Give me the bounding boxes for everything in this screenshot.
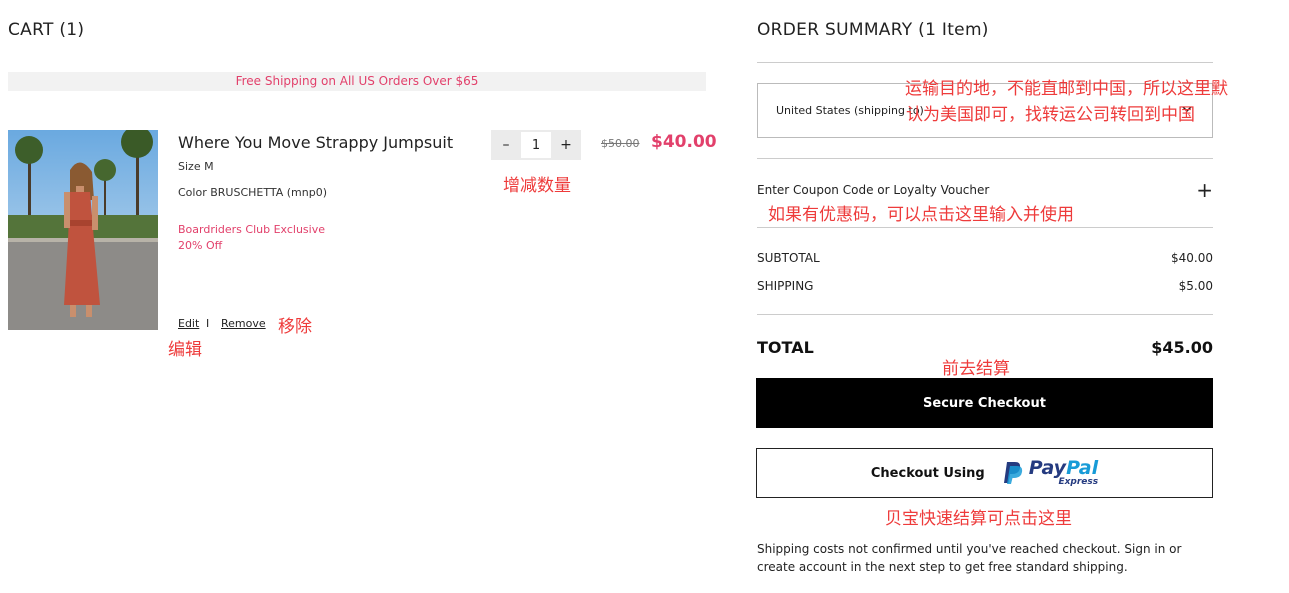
qty-input[interactable]: 1 — [521, 132, 551, 158]
coupon-label: Enter Coupon Code or Loyalty Voucher — [757, 183, 990, 197]
divider — [757, 62, 1213, 63]
shipping-note: Shipping costs not confirmed until you'v… — [757, 542, 1182, 574]
order-summary-title: ORDER SUMMARY (1 Item) — [757, 20, 989, 40]
plus-icon[interactable]: + — [1196, 180, 1213, 200]
qty-increase-button[interactable]: + — [551, 130, 581, 160]
link-separator: I — [206, 317, 210, 330]
cart-title: CART (1) — [8, 20, 85, 40]
annotation-edit: 编辑 — [168, 340, 202, 360]
sale-price: $40.00 — [651, 132, 717, 152]
subtotal-label: SUBTOTAL — [757, 251, 820, 265]
secure-checkout-button[interactable]: Secure Checkout — [756, 378, 1213, 428]
product-color: Color BRUSCHETTA (mnp0) — [178, 186, 328, 199]
shipping-value: $5.00 — [1178, 279, 1213, 293]
promo-line-2: 20% Off — [178, 239, 223, 252]
product-photo — [8, 130, 158, 330]
annotation-country: 运输目的地，不能直邮到中国，所以这里默 认为美国即可，找转运公司转回到中国 — [905, 76, 1228, 128]
country-value: United States (shipping to) — [776, 104, 924, 117]
total-label: TOTAL — [757, 338, 814, 357]
paypal-wordmark-pal: Pal — [1066, 457, 1099, 479]
promo-line-1: Boardriders Club Exclusive — [178, 223, 326, 236]
total-value: $45.00 — [1151, 338, 1213, 357]
paypal-checkout-label: Checkout Using — [870, 465, 985, 481]
promo-text: Boardriders Club Exclusive 20% Off — [178, 222, 325, 254]
shipping-label: SHIPPING — [757, 279, 814, 293]
original-price: $50.00 — [601, 137, 640, 150]
annotation-remove: 移除 — [278, 317, 312, 337]
product-size: Size M — [178, 160, 214, 173]
annotation-coupon: 如果有优惠码，可以点击这里输入并使用 — [768, 205, 1074, 225]
total-row: TOTAL $45.00 — [757, 338, 1213, 357]
paypal-logo: PayPal Express — [1003, 459, 1098, 487]
remove-link[interactable]: Remove — [221, 317, 266, 330]
divider — [757, 158, 1213, 159]
annotation-qty: 增减数量 — [503, 176, 571, 196]
paypal-wordmark-pay: Pay — [1028, 457, 1067, 479]
annotation-country-line-1: 运输目的地，不能直邮到中国，所以这里默 — [905, 79, 1228, 99]
coupon-toggle[interactable]: Enter Coupon Code or Loyalty Voucher + — [757, 180, 1213, 200]
edit-link[interactable]: Edit — [178, 317, 199, 330]
product-image[interactable] — [8, 130, 158, 330]
paypal-checkout-button[interactable]: Checkout Using PayPal Express — [756, 448, 1213, 498]
divider — [757, 314, 1213, 315]
subtotal-value: $40.00 — [1171, 251, 1213, 265]
subtotal-row: SUBTOTAL $40.00 — [757, 251, 1213, 265]
annotation-country-line-2: 认为美国即可，找转运公司转回到中国 — [906, 105, 1195, 125]
annotation-paypal: 贝宝快速结算可点击这里 — [885, 509, 1072, 529]
free-shipping-banner: Free Shipping on All US Orders Over $65 — [8, 72, 706, 91]
paypal-icon — [1003, 462, 1022, 484]
annotation-checkout: 前去结算 — [942, 359, 1010, 379]
quantity-stepper: – 1 + — [491, 130, 581, 160]
qty-decrease-button[interactable]: – — [491, 130, 521, 160]
product-name[interactable]: Where You Move Strappy Jumpsuit — [178, 133, 453, 152]
shipping-row: SHIPPING $5.00 — [757, 279, 1213, 293]
